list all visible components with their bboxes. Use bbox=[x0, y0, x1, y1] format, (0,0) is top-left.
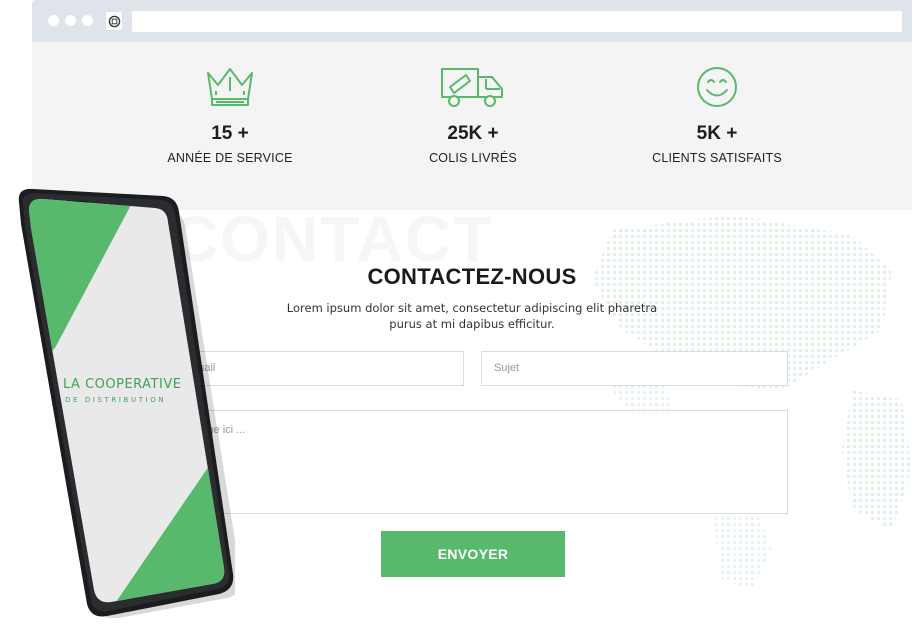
phone-mockup: LA COOPERATIVE DE DISTRIBUTION bbox=[15, 188, 242, 619]
browser-toolbar bbox=[32, 0, 912, 42]
window-controls bbox=[48, 15, 93, 26]
stats-section: 15 + ANNÉE DE SERVICE 25K + COLIS LIVRÉS bbox=[32, 42, 912, 210]
site-favicon-icon bbox=[106, 12, 122, 30]
subject-field[interactable]: Sujet bbox=[481, 351, 788, 386]
window-dot-maximize[interactable] bbox=[82, 15, 93, 26]
stat-parcels: 25K + COLIS LIVRÉS bbox=[373, 62, 573, 165]
window-dot-close[interactable] bbox=[48, 15, 59, 26]
phone-brand-title: LA COOPERATIVE bbox=[63, 377, 181, 392]
stat-years-value: 15 + bbox=[211, 123, 249, 144]
stat-years: 15 + ANNÉE DE SERVICE bbox=[130, 62, 330, 165]
stat-clients-value: 5K + bbox=[696, 123, 738, 144]
window-dot-minimize[interactable] bbox=[65, 15, 76, 26]
address-bar[interactable] bbox=[132, 11, 902, 32]
stat-years-label: ANNÉE DE SERVICE bbox=[167, 151, 293, 165]
stat-clients-label: CLIENTS SATISFAITS bbox=[652, 151, 782, 165]
phone-brand-logo: LA COOPERATIVE DE DISTRIBUTION bbox=[63, 377, 181, 404]
phone-brand-subtitle: DE DISTRIBUTION bbox=[65, 396, 166, 404]
submit-button[interactable]: ENVOYER bbox=[381, 531, 565, 577]
smiley-icon bbox=[617, 62, 817, 112]
message-textarea[interactable]: message ici ... bbox=[162, 410, 788, 514]
stat-parcels-label: COLIS LIVRÉS bbox=[429, 151, 517, 165]
contact-subtitle: Lorem ipsum dolor sit amet, consectetur … bbox=[286, 301, 658, 331]
delivery-truck-icon bbox=[373, 62, 573, 112]
stat-clients: 5K + CLIENTS SATISFAITS bbox=[617, 62, 817, 165]
crown-icon bbox=[130, 62, 330, 112]
stat-parcels-value: 25K + bbox=[447, 123, 499, 144]
subject-placeholder: Sujet bbox=[494, 362, 520, 374]
